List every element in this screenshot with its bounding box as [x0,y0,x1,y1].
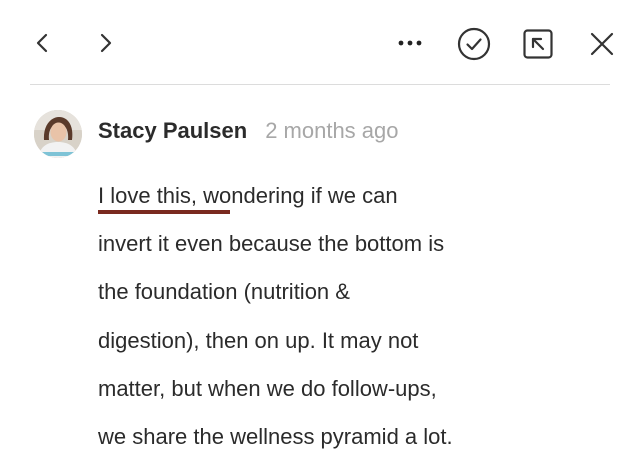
comment-toolbar [0,0,640,86]
resolve-comment-button[interactable] [456,26,492,62]
more-options-button[interactable] [394,28,426,58]
comment-header: Stacy Paulsen 2 months ago [98,118,399,150]
comment-author[interactable]: Stacy Paulsen [98,118,247,144]
highlight-underline [98,210,230,214]
chevron-left-icon [36,33,48,53]
comment-line: invert it even because the bottom is [98,231,445,257]
comment-body: I love this, wondering if we can invert … [98,172,618,461]
more-horizontal-icon [398,40,422,46]
open-in-panel-button[interactable] [520,26,556,62]
toolbar-divider [30,84,610,85]
avatar[interactable] [34,110,82,158]
open-in-panel-icon [523,29,553,59]
close-button[interactable] [586,28,618,60]
comment-line: digestion), then on up. It may not [98,327,419,353]
chevron-right-icon [100,33,112,53]
comment-line: matter, but when we do follow-ups, [98,375,437,401]
comment-line: the foundation (nutrition & [98,279,350,305]
next-comment-button[interactable] [92,28,120,58]
previous-comment-button[interactable] [28,28,56,58]
check-circle-icon [457,27,491,61]
comment-timestamp: 2 months ago [265,118,399,143]
close-icon [590,32,614,56]
comment-line: we share the wellness pyramid a lot. [98,424,453,450]
user-avatar-image [34,110,82,158]
